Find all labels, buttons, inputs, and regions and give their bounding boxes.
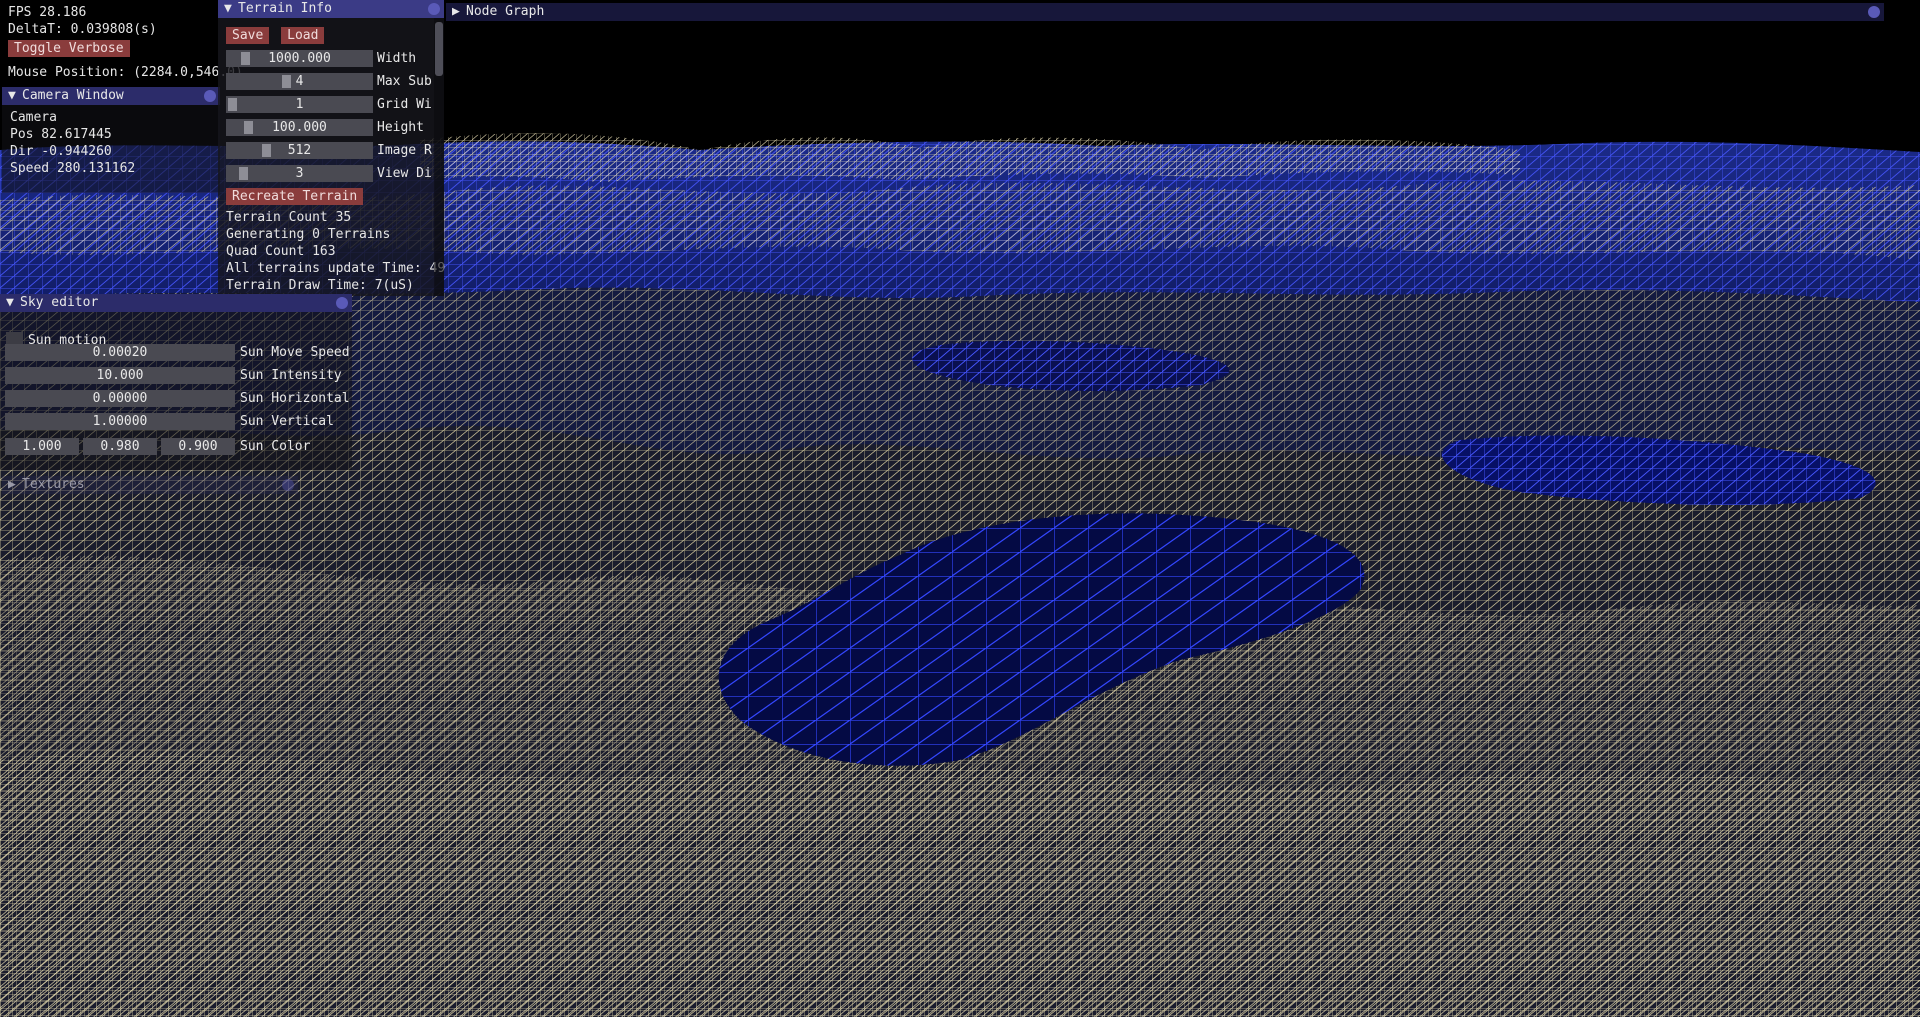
node-graph-title: Node Graph: [466, 4, 545, 19]
slider-grab[interactable]: [239, 167, 248, 180]
terrain-info-title: Terrain Info: [238, 1, 332, 16]
slider-grab[interactable]: [228, 98, 237, 111]
terrain-slider-row: 4 Max Sub: [226, 73, 436, 96]
sky-editor-window: ▼ Sky editor Sun motion 0.00020 Sun Move S…: [0, 294, 352, 470]
quad-count: Quad Count 163: [226, 244, 336, 259]
terrain-slider-row: 1 Grid Wi: [226, 96, 436, 119]
scrollbar-grab[interactable]: [435, 22, 443, 76]
sky-field-row: 0.00020 Sun Move Speed: [0, 344, 352, 367]
sun-color-g[interactable]: 0.980: [83, 438, 157, 455]
slider-grab[interactable]: [282, 75, 291, 88]
collapse-arrow-icon[interactable]: ▼: [224, 0, 238, 18]
save-button[interactable]: Save: [226, 27, 270, 44]
node-graph-titlebar[interactable]: ▶ Node Graph: [446, 3, 1884, 21]
slider-label: Width: [377, 51, 417, 66]
textures-window: ▶ Textures: [2, 476, 298, 494]
sky-drag-field[interactable]: 0.00020: [5, 344, 235, 361]
sky-editor-titlebar[interactable]: ▼ Sky editor: [0, 294, 352, 312]
slider-value: 512: [287, 143, 312, 158]
textures-titlebar[interactable]: ▶ Textures: [2, 476, 298, 494]
mouse-position-readout: Mouse Position: (2284.0,546.0): [8, 65, 243, 80]
terrain-slider-group: 1000.000 Width 4 Max Sub 1 Grid Wi 100.000 Heig…: [226, 50, 436, 188]
sky-field-row: 10.000 Sun Intensity: [0, 367, 352, 390]
node-graph-window: ▶ Node Graph: [446, 3, 1884, 21]
recreate-terrain-button[interactable]: Recreate Terrain: [226, 188, 364, 205]
expand-arrow-icon[interactable]: ▶: [452, 3, 466, 21]
camera-window-title: Camera Window: [22, 88, 124, 103]
terrain-slider[interactable]: 4: [226, 73, 373, 90]
terrain-slider[interactable]: 1: [226, 96, 373, 113]
sky-field-row: 0.00000 Sun Horizontal: [0, 390, 352, 413]
slider-label: Grid Wi: [377, 97, 432, 112]
camera-window-titlebar[interactable]: ▼ Camera Window: [2, 87, 220, 105]
terrain-info-window: ▼ Terrain Info Save Load 1000.000 Width 4 Ma…: [218, 0, 446, 296]
slider-value: 1000.000: [268, 51, 331, 66]
terrain-slider-row: 3 View Di: [226, 165, 436, 188]
slider-value: 1: [295, 97, 304, 112]
sun-color-label: Sun Color: [240, 439, 311, 454]
close-dot-icon[interactable]: [282, 479, 294, 491]
sky-field-row: 1.00000 Sun Vertical: [0, 413, 352, 436]
slider-value: 100.000: [272, 120, 327, 135]
slider-grab[interactable]: [241, 52, 250, 65]
camera-dir: Dir -0.944260: [10, 144, 112, 159]
slider-grab[interactable]: [262, 144, 271, 157]
update-time: All terrains update Time: 49: [226, 261, 446, 276]
close-dot-icon[interactable]: [428, 3, 440, 15]
camera-label: Camera: [10, 110, 57, 125]
sky-drag-field[interactable]: 1.00000: [5, 413, 235, 430]
collapse-arrow-icon[interactable]: ▼: [6, 294, 20, 312]
close-dot-icon[interactable]: [336, 297, 348, 309]
generating-count: Generating 0 Terrains: [226, 227, 391, 242]
slider-label: Image R: [377, 143, 432, 158]
delta-time-readout: DeltaT: 0.039808(s): [8, 22, 157, 37]
camera-speed: Speed 280.131162: [10, 161, 136, 176]
terrain-slider-row: 100.000 Height: [226, 119, 436, 142]
sun-color-row: 1.000 0.980 0.900 Sun Color: [0, 438, 352, 459]
slider-label: Height: [377, 120, 424, 135]
toggle-verbose-button[interactable]: Toggle Verbose: [8, 40, 130, 57]
close-dot-icon[interactable]: [1868, 6, 1880, 18]
collapse-arrow-icon[interactable]: ▼: [8, 87, 22, 105]
camera-pos: Pos 82.617445: [10, 127, 112, 142]
load-button[interactable]: Load: [281, 27, 325, 44]
sky-field-label: Sun Intensity: [240, 368, 342, 383]
terrain-slider[interactable]: 100.000: [226, 119, 373, 136]
terrain-slider[interactable]: 512: [226, 142, 373, 159]
expand-arrow-icon[interactable]: ▶: [8, 476, 22, 494]
sky-field-label: Sun Move Speed: [240, 345, 350, 360]
terrain-slider[interactable]: 3: [226, 165, 373, 182]
stats-overlay: FPS 28.186 DeltaT: 0.039808(s) Toggle Ve…: [0, 4, 243, 81]
camera-window: ▼ Camera Window Camera Pos 82.617445 Dir …: [2, 87, 220, 193]
terrain-slider-row: 1000.000 Width: [226, 50, 436, 73]
terrain-slider-row: 512 Image R: [226, 142, 436, 165]
sky-field-group: 0.00020 Sun Move Speed 10.000 Sun Intensity…: [0, 344, 352, 436]
terrain-info-titlebar[interactable]: ▼ Terrain Info: [218, 0, 444, 18]
sun-color-r[interactable]: 1.000: [5, 438, 79, 455]
terrain-count: Terrain Count 35: [226, 210, 352, 225]
textures-title: Textures: [22, 477, 85, 492]
sky-drag-field[interactable]: 10.000: [5, 367, 235, 384]
sky-drag-field[interactable]: 0.00000: [5, 390, 235, 407]
fps-readout: FPS 28.186: [8, 5, 87, 20]
sky-editor-title: Sky editor: [20, 295, 99, 310]
slider-value: 3: [295, 166, 304, 181]
terrain-info-scrollbar[interactable]: [434, 18, 444, 296]
close-dot-icon[interactable]: [204, 90, 216, 102]
sky-field-label: Sun Vertical: [240, 414, 334, 429]
terrain-slider[interactable]: 1000.000: [226, 50, 373, 67]
slider-label: View Di: [377, 166, 432, 181]
draw-time: Terrain Draw Time: 7(uS): [226, 278, 414, 293]
slider-label: Max Sub: [377, 74, 432, 89]
sky-field-label: Sun Horizontal: [240, 391, 350, 406]
sun-color-b[interactable]: 0.900: [161, 438, 235, 455]
slider-grab[interactable]: [244, 121, 253, 134]
slider-value: 4: [295, 74, 304, 89]
